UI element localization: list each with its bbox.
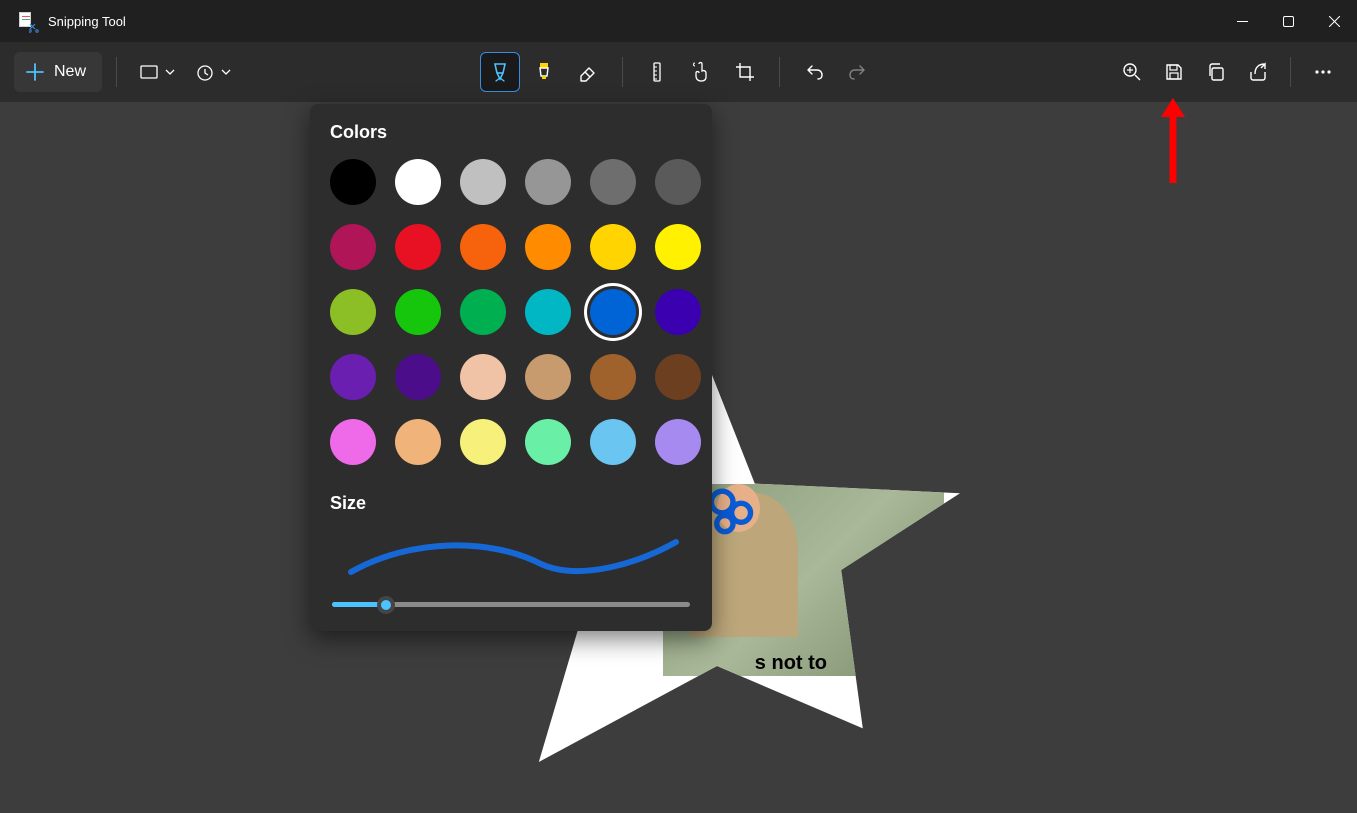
redo-icon (847, 61, 869, 83)
color-swatch[interactable] (655, 224, 701, 270)
titlebar: Snipping Tool (0, 0, 1357, 42)
zoom-button[interactable] (1112, 52, 1152, 92)
toolbar-separator (1290, 57, 1291, 87)
more-button[interactable] (1303, 52, 1343, 92)
ruler-tool-button[interactable] (637, 52, 677, 92)
color-swatch[interactable] (460, 289, 506, 335)
new-button-label: New (54, 63, 86, 81)
more-icon (1313, 62, 1333, 82)
maximize-button[interactable] (1265, 0, 1311, 42)
color-swatch[interactable] (395, 419, 441, 465)
app-title: Snipping Tool (48, 14, 126, 29)
window-controls (1219, 0, 1357, 42)
ruler-icon (646, 61, 668, 83)
titlebar-left: Snipping Tool (18, 12, 126, 30)
color-swatch[interactable] (460, 159, 506, 205)
zoom-icon (1122, 62, 1142, 82)
snip-mode-dropdown[interactable] (131, 56, 183, 88)
close-button[interactable] (1311, 0, 1357, 42)
color-swatch[interactable] (330, 354, 376, 400)
color-swatch[interactable] (460, 224, 506, 270)
color-swatch[interactable] (330, 224, 376, 270)
color-swatch[interactable] (525, 354, 571, 400)
color-swatch[interactable] (590, 419, 636, 465)
delay-dropdown[interactable] (187, 56, 239, 88)
touch-write-button[interactable] (681, 52, 721, 92)
toolbar-separator (116, 57, 117, 87)
color-swatch[interactable] (655, 419, 701, 465)
color-swatch[interactable] (525, 224, 571, 270)
color-swatch[interactable] (525, 159, 571, 205)
save-button[interactable] (1154, 52, 1194, 92)
touch-icon (690, 61, 712, 83)
highlighter-tool-button[interactable] (524, 52, 564, 92)
color-swatch[interactable] (330, 419, 376, 465)
size-preview (330, 530, 692, 580)
size-heading: Size (330, 493, 692, 514)
crop-icon (734, 61, 756, 83)
chevron-down-icon (165, 67, 175, 77)
pen-options-panel: Colors Size (310, 104, 712, 631)
toolbar-separator (622, 57, 623, 87)
color-swatch[interactable] (655, 354, 701, 400)
color-swatch[interactable] (460, 419, 506, 465)
minimize-button[interactable] (1219, 0, 1265, 42)
right-tools (1112, 52, 1343, 92)
crop-tool-button[interactable] (725, 52, 765, 92)
color-swatch[interactable] (395, 289, 441, 335)
undo-icon (803, 61, 825, 83)
app-icon (18, 12, 36, 30)
toolbar: New (0, 42, 1357, 102)
color-swatch[interactable] (525, 419, 571, 465)
color-swatch[interactable] (590, 289, 636, 335)
color-swatch[interactable] (330, 289, 376, 335)
color-swatch[interactable] (395, 159, 441, 205)
share-button[interactable] (1238, 52, 1278, 92)
color-swatch[interactable] (655, 159, 701, 205)
toolbar-separator (779, 57, 780, 87)
copy-icon (1206, 62, 1226, 82)
size-slider[interactable] (332, 602, 690, 607)
highlighter-icon (533, 61, 555, 83)
color-swatch[interactable] (655, 289, 701, 335)
undo-button[interactable] (794, 52, 834, 92)
color-swatch[interactable] (590, 354, 636, 400)
plus-icon (26, 63, 44, 81)
share-icon (1248, 62, 1268, 82)
color-swatches (330, 159, 692, 465)
pen-scribble (706, 484, 760, 542)
redo-button[interactable] (838, 52, 878, 92)
rectangle-icon (139, 62, 159, 82)
color-swatch[interactable] (590, 159, 636, 205)
eraser-icon (577, 61, 599, 83)
save-icon (1164, 62, 1184, 82)
size-slider-thumb[interactable] (377, 596, 395, 614)
colors-heading: Colors (330, 122, 692, 143)
pen-tool-button[interactable] (480, 52, 520, 92)
color-swatch[interactable] (395, 224, 441, 270)
new-button[interactable]: New (14, 52, 102, 92)
color-swatch[interactable] (460, 354, 506, 400)
color-swatch[interactable] (590, 224, 636, 270)
center-tools (480, 52, 878, 92)
color-swatch[interactable] (395, 354, 441, 400)
pen-icon (489, 61, 511, 83)
color-swatch[interactable] (330, 159, 376, 205)
copy-button[interactable] (1196, 52, 1236, 92)
chevron-down-icon (221, 67, 231, 77)
clock-icon (195, 62, 215, 82)
snip-caption-fragment: s not to (755, 652, 827, 675)
color-swatch[interactable] (525, 289, 571, 335)
eraser-tool-button[interactable] (568, 52, 608, 92)
